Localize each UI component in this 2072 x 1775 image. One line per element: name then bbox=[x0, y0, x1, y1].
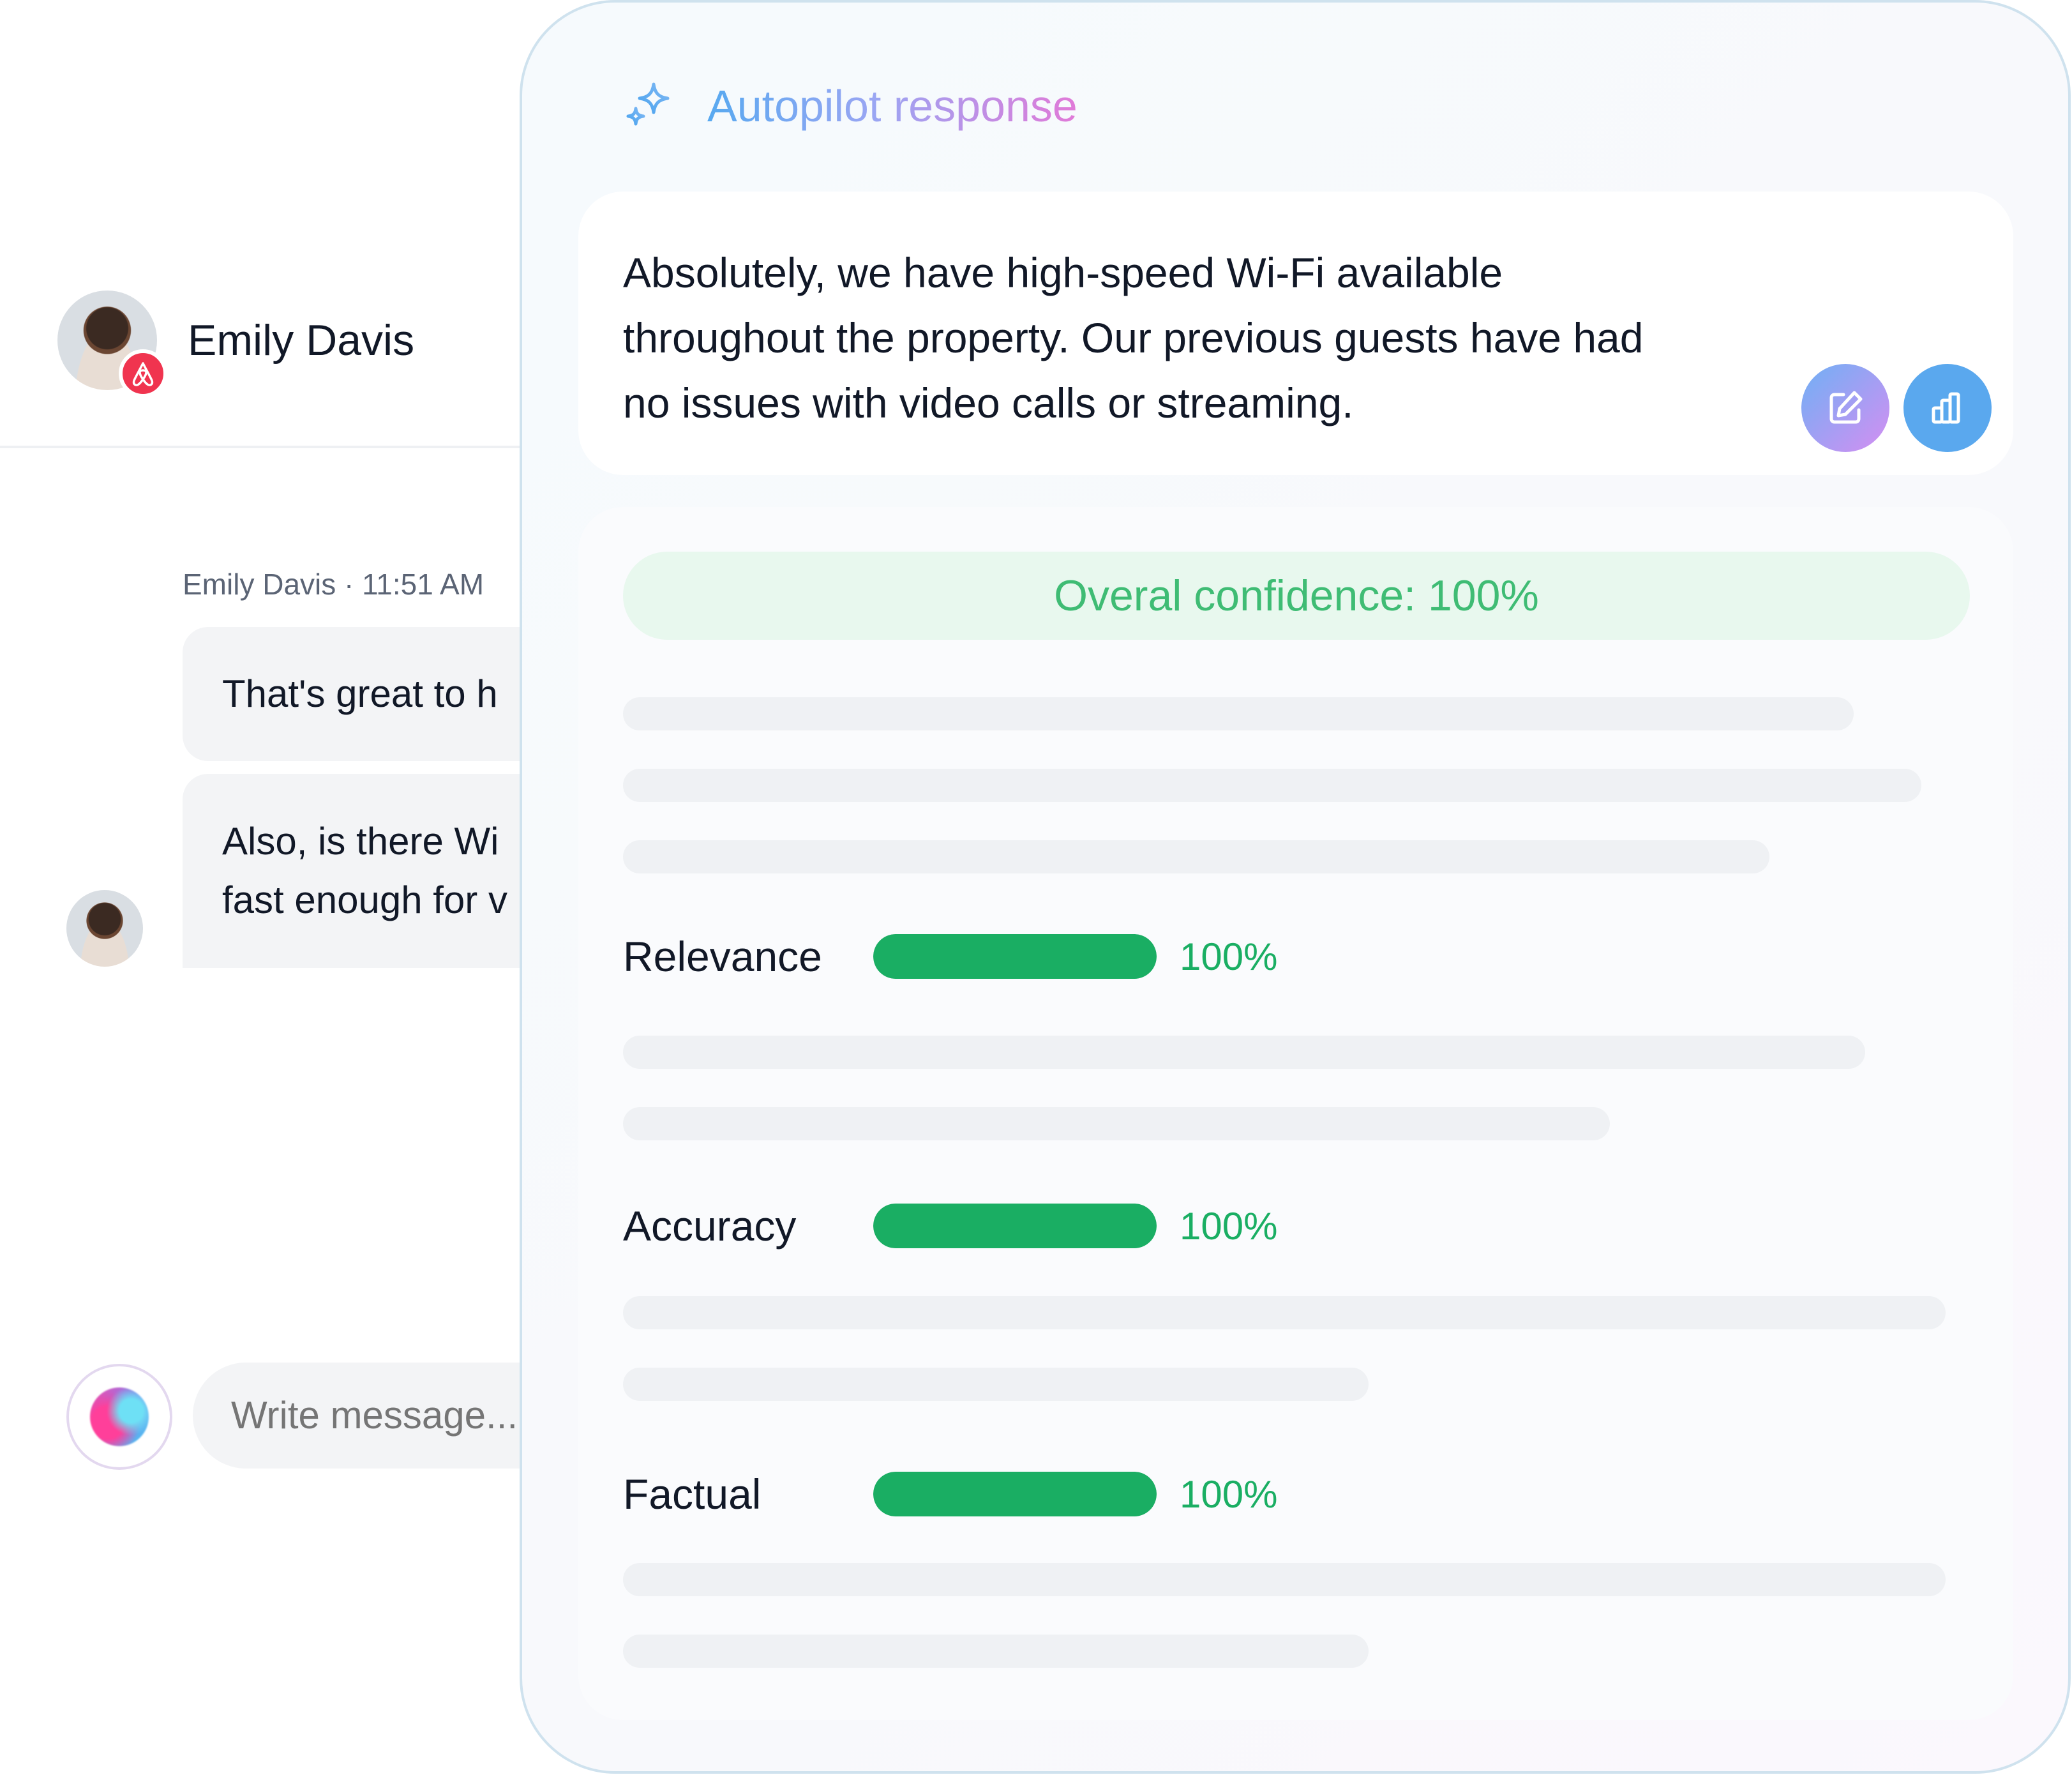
skeleton-line bbox=[623, 840, 1769, 873]
message-meta: Emily Davis · 11:51 AM bbox=[183, 568, 484, 601]
metric-bar bbox=[873, 934, 1157, 979]
sparkle-icon bbox=[626, 82, 670, 126]
response-line: no issues with video calls or streaming. bbox=[623, 379, 1354, 427]
metric-accuracy: Accuracy 100% bbox=[623, 1202, 1277, 1250]
edit-icon bbox=[1829, 391, 1863, 424]
metric-bar-fill bbox=[873, 1204, 1157, 1248]
metric-value: 100% bbox=[1180, 1204, 1278, 1248]
metric-value: 100% bbox=[1180, 1472, 1278, 1516]
message-text: That's great to h bbox=[222, 672, 498, 715]
confidence-banner: Overal confidence: 100% bbox=[623, 552, 1970, 640]
metric-bar-fill bbox=[873, 934, 1157, 979]
edit-button[interactable] bbox=[1801, 364, 1889, 452]
skeleton-line bbox=[623, 697, 1854, 730]
metric-label: Accuracy bbox=[623, 1202, 797, 1250]
skeleton-line bbox=[623, 1036, 1865, 1069]
skeleton-line bbox=[623, 1563, 1946, 1596]
metric-bar bbox=[873, 1204, 1157, 1248]
response-card: Absolutely, we have high-speed Wi-Fi ava… bbox=[578, 192, 2013, 475]
metric-label: Factual bbox=[623, 1470, 762, 1518]
sender-avatar bbox=[66, 890, 143, 967]
skeleton-line bbox=[623, 1368, 1369, 1401]
contact-name: Emily Davis bbox=[188, 316, 415, 365]
metric-factual: Factual 100% bbox=[623, 1470, 1277, 1518]
metric-label: Relevance bbox=[623, 933, 822, 980]
airbnb-icon bbox=[119, 349, 167, 398]
skeleton-line bbox=[623, 1635, 1369, 1668]
chat-divider bbox=[0, 446, 574, 448]
metric-bar-fill bbox=[873, 1472, 1157, 1516]
autopilot-panel: Autopilot response Absolutely, we have h… bbox=[520, 0, 2071, 1774]
response-text: Absolutely, we have high-speed Wi-Fi ava… bbox=[623, 240, 1823, 435]
response-line: throughout the property. Our previous gu… bbox=[623, 314, 1644, 361]
ai-orb-icon bbox=[90, 1387, 149, 1446]
metrics-card: Overal confidence: 100% Relevance 100% A… bbox=[578, 507, 2013, 1720]
skeleton-line bbox=[623, 1296, 1946, 1329]
stats-button[interactable] bbox=[1903, 364, 1992, 452]
skeleton-line bbox=[623, 1107, 1610, 1140]
contact-avatar bbox=[57, 291, 167, 398]
metric-value: 100% bbox=[1180, 935, 1278, 978]
panel-title: Autopilot response bbox=[707, 81, 1077, 131]
metric-bar bbox=[873, 1472, 1157, 1516]
bar-chart-icon bbox=[1932, 392, 1960, 424]
skeleton-line bbox=[623, 769, 1921, 802]
ai-assistant-button[interactable] bbox=[66, 1364, 172, 1470]
response-line: Absolutely, we have high-speed Wi-Fi ava… bbox=[623, 249, 1503, 296]
metric-relevance: Relevance 100% bbox=[623, 932, 1277, 981]
chat-panel: Emily Davis Emily Davis · 11:51 AM That'… bbox=[0, 0, 706, 1775]
panel-header: Autopilot response bbox=[622, 79, 1077, 133]
contact-header[interactable]: Emily Davis bbox=[57, 291, 415, 398]
